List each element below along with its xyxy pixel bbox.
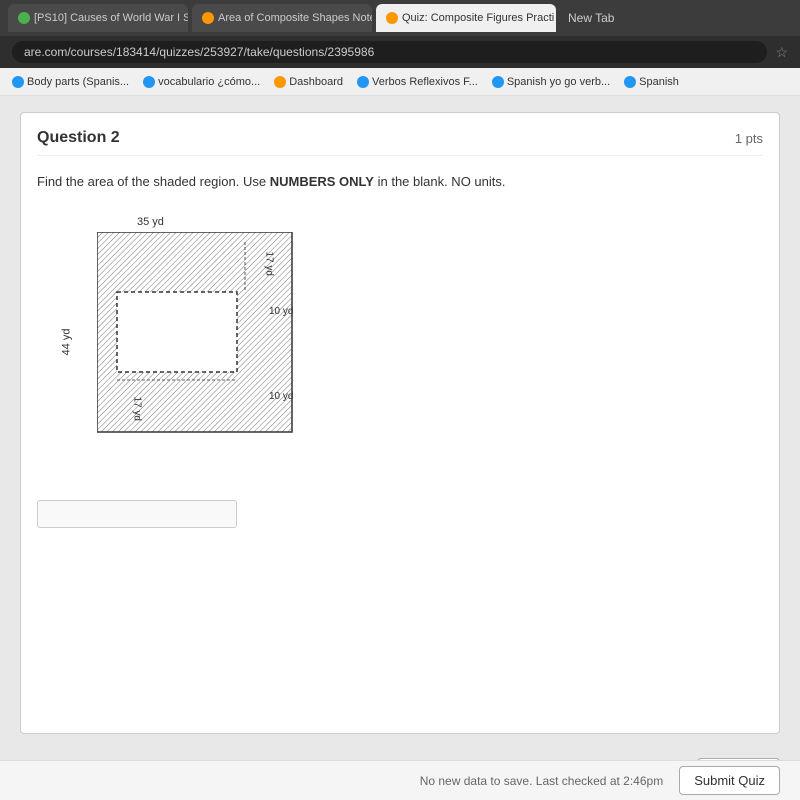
bookmark-vocabulario[interactable]: vocabulario ¿cómo... [139, 74, 264, 90]
tab-quiz-active[interactable]: Quiz: Composite Figures Practi × [376, 4, 556, 32]
diagram-area: 35 yd 44 yd [47, 206, 763, 476]
bookmark-icon-5 [492, 76, 504, 88]
dim-label-inner-right: 10 yd [269, 306, 293, 317]
tab-icon-quiz [386, 12, 398, 24]
address-input[interactable] [12, 41, 767, 63]
bookmark-icon-6 [624, 76, 636, 88]
dim-label-inner-bottom-right: 10 yd [269, 391, 293, 402]
tab-icon-ps10 [18, 12, 30, 24]
tab-composite-notes[interactable]: Area of Composite Shapes Note × [192, 4, 372, 32]
question-text: Find the area of the shaded region. Use … [37, 172, 763, 192]
bookmark-icon-4 [357, 76, 369, 88]
dim-label-inner-right-top: 17 yd [264, 251, 275, 275]
tab-new[interactable]: New Tab [560, 11, 622, 25]
bookmarks-bar: Body parts (Spanis... vocabulario ¿cómo.… [0, 68, 800, 96]
submit-quiz-button[interactable]: Submit Quiz [679, 766, 780, 795]
dim-label-left: 44 yd [60, 328, 72, 355]
bookmark-spanish-yo[interactable]: Spanish yo go verb... [488, 74, 614, 90]
answer-input[interactable] [37, 500, 237, 528]
question-header: Question 2 1 pts [37, 129, 763, 156]
bookmark-dashboard[interactable]: Dashboard [270, 74, 347, 90]
question-points: 1 pts [735, 131, 763, 146]
footer-status: No new data to save. Last checked at 2:4… [420, 774, 663, 788]
dim-label-inner-bottom-left: 17 yd [132, 396, 143, 420]
tab-ps10[interactable]: [PS10] Causes of World War I S × [8, 4, 188, 32]
bookmark-icon-1 [12, 76, 24, 88]
quiz-footer: No new data to save. Last checked at 2:4… [0, 760, 800, 800]
bookmark-icon-2 [143, 76, 155, 88]
page-content: Question 2 1 pts Find the area of the sh… [0, 96, 800, 800]
dim-label-top: 35 yd [137, 216, 164, 228]
tab-icon-notes [202, 12, 214, 24]
question-title: Question 2 [37, 129, 120, 147]
bookmark-star-icon[interactable]: ☆ [775, 44, 788, 61]
quiz-card: Question 2 1 pts Find the area of the sh… [20, 112, 780, 734]
address-bar: ☆ [0, 36, 800, 68]
bookmark-spanish[interactable]: Spanish [620, 74, 683, 90]
bookmark-body-parts[interactable]: Body parts (Spanis... [8, 74, 133, 90]
bookmark-icon-3 [274, 76, 286, 88]
browser-tabs: [PS10] Causes of World War I S × Area of… [0, 0, 800, 36]
bookmark-verbos[interactable]: Verbos Reflexivos F... [353, 74, 482, 90]
